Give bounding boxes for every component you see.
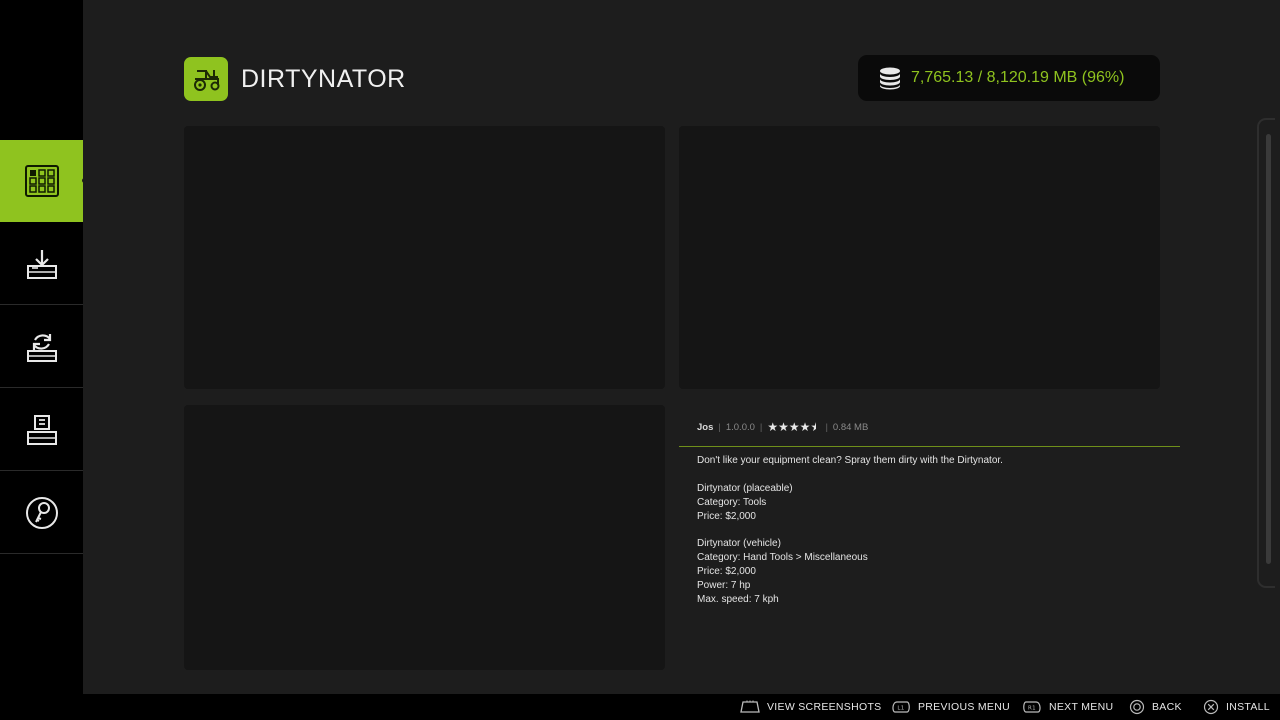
- next-menu-label: NEXT MENU: [1049, 701, 1114, 713]
- download-icon: [26, 249, 57, 279]
- mod-description: Don't like your equipment clean? Spray t…: [697, 454, 1167, 607]
- previous-menu-button[interactable]: L1 PREVIOUS MENU: [891, 694, 1010, 720]
- grid-icon: [24, 165, 59, 197]
- star-icon: ★: [767, 420, 779, 434]
- view-screenshots-label: VIEW SCREENSHOTS: [767, 701, 882, 713]
- meta-separator: |: [759, 421, 763, 433]
- description-line: Don't like your equipment clean? Spray t…: [697, 455, 1003, 466]
- description-line: Max. speed: 7 kph: [697, 593, 779, 605]
- description-line: Dirtynator (vehicle): [697, 538, 781, 550]
- description-line: Power: 7 hp: [697, 580, 751, 592]
- screenshot-2[interactable]: [679, 126, 1160, 389]
- description-line: Category: Tools: [697, 496, 767, 508]
- svg-text:L1: L1: [897, 706, 904, 712]
- star-icon: ★: [788, 420, 800, 434]
- mod-meta: Jos | 1.0.0.0 | ★★★★★ | 0.84 MB: [697, 419, 868, 435]
- sidebar-item-license[interactable]: [0, 472, 83, 554]
- installed-icon: [26, 414, 57, 445]
- star-icon: ★: [778, 420, 789, 434]
- storage-usage: 7,765.13 / 8,120.19 MB (96%): [858, 55, 1160, 101]
- footer-bar: VIEW SCREENSHOTS L1 PREVIOUS MENU R1 NEX…: [0, 694, 1280, 720]
- screenshot-3[interactable]: [184, 405, 665, 670]
- meta-separator: |: [718, 421, 721, 433]
- next-menu-button[interactable]: R1 NEXT MENU: [1022, 694, 1113, 720]
- star-icon: ★: [799, 420, 811, 434]
- update-icon: [26, 333, 57, 362]
- install-button[interactable]: INSTALL: [1203, 694, 1270, 720]
- previous-menu-label: PREVIOUS MENU: [918, 701, 1010, 713]
- mod-author: Jos: [697, 421, 714, 433]
- sidebar: [0, 0, 90, 694]
- meta-separator: |: [825, 421, 828, 433]
- scrollbar-thumb[interactable]: [1266, 134, 1271, 564]
- tractor-icon: [194, 70, 220, 91]
- sidebar-item-mods[interactable]: [0, 140, 90, 222]
- mod-version: 1.0.0.0: [725, 421, 755, 433]
- back-label: BACK: [1152, 701, 1182, 713]
- description-line: Dirtynator (placeable): [697, 482, 793, 494]
- mod-category-badge: [184, 57, 228, 101]
- r1-button-icon: R1: [1023, 701, 1041, 713]
- sidebar-item-installed[interactable]: [0, 389, 83, 471]
- description-gap: [697, 523, 1167, 537]
- circle-button-icon: [1129, 699, 1145, 715]
- screenshot-1[interactable]: [184, 126, 665, 389]
- description-line: Category: Hand Tools > Miscellaneous: [697, 552, 868, 564]
- description-line: Price: $2,000: [697, 566, 756, 578]
- cross-button-icon: [1203, 699, 1219, 715]
- sidebar-item-download[interactable]: [0, 223, 83, 305]
- storage-text: 7,765.13 / 8,120.19 MB (96%): [911, 69, 1125, 86]
- key-icon: [25, 496, 58, 529]
- divider: [679, 446, 1180, 447]
- back-button[interactable]: BACK: [1129, 694, 1182, 720]
- view-screenshots-button[interactable]: VIEW SCREENSHOTS: [740, 694, 881, 720]
- half-star-icon: ★: [810, 420, 817, 434]
- description-gap: [697, 468, 1167, 482]
- l1-button-icon: L1: [892, 701, 910, 713]
- mod-size: 0.84 MB: [832, 421, 869, 433]
- description-line: Price: $2,000: [697, 510, 756, 522]
- database-icon: [880, 67, 900, 90]
- touchpad-icon: [740, 700, 760, 713]
- install-label: INSTALL: [1226, 701, 1270, 713]
- svg-text:R1: R1: [1028, 706, 1036, 712]
- page-title: DIRTYNATOR: [241, 65, 406, 93]
- rating-stars: ★★★★★: [767, 420, 816, 434]
- sidebar-item-update[interactable]: [0, 306, 83, 388]
